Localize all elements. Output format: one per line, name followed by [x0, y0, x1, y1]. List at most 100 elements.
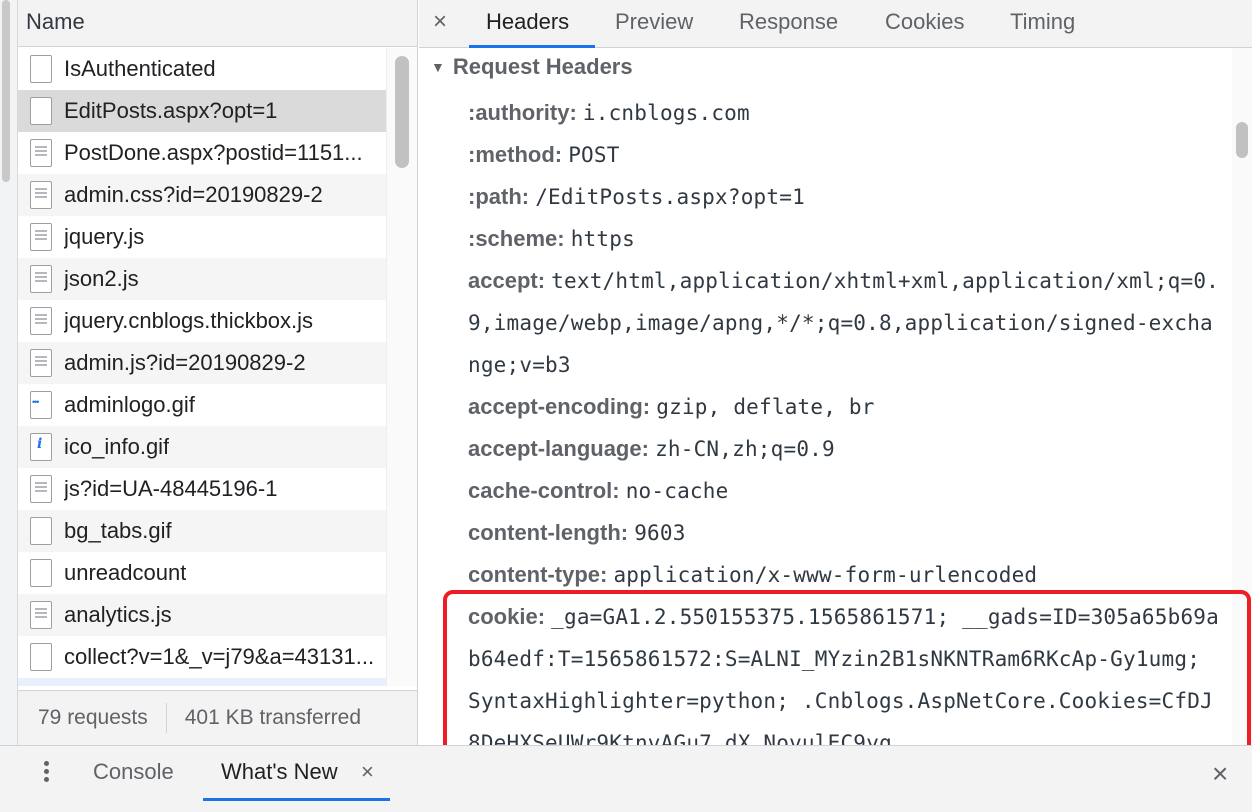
- header-value: text/html,application/xhtml+xml,applicat…: [468, 269, 1220, 377]
- request-headers-title: Request Headers: [452, 54, 633, 79]
- header-row: accept-language: zh-CN,zh;q=0.9: [468, 428, 1223, 470]
- header-value: zh-CN,zh;q=0.9: [655, 437, 835, 461]
- request-row[interactable]: unreadcount: [18, 552, 386, 594]
- header-row-cookie: cookie: _ga=GA1.2.550155375.1565861571; …: [468, 596, 1223, 745]
- network-status-bar: 79 requests 401 KB transferred: [18, 690, 417, 745]
- header-value: /EditPosts.aspx?opt=1: [535, 185, 805, 209]
- request-row-selected[interactable]: EditPosts.aspx?opt=1: [18, 90, 386, 132]
- request-name: json2.js: [64, 266, 139, 291]
- tab-console[interactable]: Console: [93, 759, 174, 785]
- request-row[interactable]: bg_tabs.gif: [18, 510, 386, 552]
- document-icon: [30, 55, 52, 83]
- headers-scrollbar[interactable]: [1232, 48, 1252, 745]
- request-name: IsAuthenticated: [64, 56, 216, 81]
- header-row: :authority: i.cnblogs.com: [468, 92, 1223, 134]
- transferred-size: 401 KB transferred: [184, 706, 362, 729]
- header-key: :path:: [468, 184, 530, 209]
- request-name: admin.css?id=20190829-2: [64, 182, 323, 207]
- request-row[interactable]: ico_info.gif: [18, 426, 386, 468]
- header-key: content-type:: [468, 562, 608, 587]
- image-file-icon: [30, 391, 52, 419]
- tab-response[interactable]: Response: [739, 9, 838, 35]
- request-name: admin.js?id=20190829-2: [64, 350, 306, 375]
- header-row: content-type: application/x-www-form-url…: [468, 554, 1223, 596]
- document-icon: [30, 517, 52, 545]
- request-row[interactable]: PostDone.aspx?postid=1151...: [18, 132, 386, 174]
- headers-pane: ▼ Request Headers :authority: i.cnblogs.c…: [419, 48, 1232, 745]
- request-row[interactable]: admin.js?id=20190829-2: [18, 342, 386, 384]
- tab-cookies[interactable]: Cookies: [885, 9, 964, 35]
- text-document-icon: [30, 139, 52, 167]
- request-list-scrollbar[interactable]: [386, 48, 417, 686]
- request-name: jquery.js: [64, 224, 145, 249]
- menu-dot: [44, 777, 49, 782]
- request-headers-section-toggle[interactable]: ▼ Request Headers: [431, 54, 633, 80]
- request-row[interactable]: jquery.cnblogs.thickbox.js: [18, 300, 386, 342]
- request-name: unreadcount: [64, 560, 187, 585]
- tab-headers[interactable]: Headers: [486, 9, 569, 35]
- request-name: ico_info.gif: [64, 434, 170, 459]
- request-list: IsAuthenticated EditPosts.aspx?opt=1 Pos…: [18, 48, 386, 686]
- close-whats-new-icon[interactable]: ×: [361, 759, 374, 785]
- request-list-scrollbar-thumb[interactable]: [395, 56, 409, 168]
- header-row: accept-encoding: gzip, deflate, br: [468, 386, 1223, 428]
- request-name: adminlogo.gif: [64, 392, 195, 417]
- request-row[interactable]: jquery.js: [18, 216, 386, 258]
- header-key: accept-language:: [468, 436, 649, 461]
- tab-timing[interactable]: Timing: [1010, 9, 1075, 35]
- request-name: collect?v=1&_v=j79&a=43131...: [64, 644, 375, 669]
- document-icon: [30, 643, 52, 671]
- tab-preview[interactable]: Preview: [615, 9, 693, 35]
- drawer-menu-icon[interactable]: [44, 758, 54, 785]
- request-row[interactable]: collect?v=1&_v=j79&a=43131...: [18, 636, 386, 678]
- header-key: accept-encoding:: [468, 394, 651, 419]
- request-row[interactable]: adminlogo.gif: [18, 384, 386, 426]
- header-row: content-length: 9603: [468, 512, 1223, 554]
- text-document-icon: [30, 223, 52, 251]
- request-count: 79 requests: [38, 706, 148, 729]
- header-row: accept: text/html,application/xhtml+xml,…: [468, 260, 1223, 386]
- request-row[interactable]: json2.js: [18, 258, 386, 300]
- header-row: :scheme: https: [468, 218, 1223, 260]
- tab-whats-new[interactable]: What's New: [221, 759, 338, 785]
- header-key: cache-control:: [468, 478, 620, 503]
- text-document-icon: [30, 601, 52, 629]
- name-column-header[interactable]: Name: [18, 0, 417, 47]
- request-name: js?id=UA-48445196-1: [64, 476, 278, 501]
- request-name: EditPosts.aspx?opt=1: [64, 98, 278, 123]
- header-value: 9603: [634, 521, 686, 545]
- header-key: :method:: [468, 142, 563, 167]
- request-row[interactable]: IsAuthenticated: [18, 48, 386, 90]
- request-row[interactable]: analytics.js: [18, 594, 386, 636]
- request-name: bg_tabs.gif: [64, 518, 172, 543]
- header-value: _ga=GA1.2.550155375.1565861571; __gads=I…: [468, 605, 1219, 745]
- text-document-icon: [30, 349, 52, 377]
- detail-tab-bar: × Headers Preview Response Cookies Timin…: [419, 0, 1252, 48]
- header-key: content-length:: [468, 520, 629, 545]
- header-value: i.cnblogs.com: [582, 101, 750, 125]
- left-edge-scrollbar[interactable]: [0, 0, 18, 745]
- text-document-icon: [30, 181, 52, 209]
- text-document-icon: [30, 265, 52, 293]
- name-column-label: Name: [26, 9, 85, 34]
- menu-dot: [44, 769, 49, 774]
- close-drawer-icon[interactable]: ×: [1212, 758, 1228, 790]
- text-document-icon: [30, 307, 52, 335]
- header-row: cache-control: no-cache: [468, 470, 1223, 512]
- header-value: POST: [568, 143, 620, 167]
- request-row[interactable]: admin.css?id=20190829-2: [18, 174, 386, 216]
- header-value: no-cache: [625, 479, 729, 503]
- request-row-partial[interactable]: [18, 678, 386, 686]
- disclosure-triangle-icon: ▼: [431, 59, 445, 75]
- left-edge-scrollbar-thumb[interactable]: [2, 0, 10, 182]
- headers-scrollbar-thumb[interactable]: [1236, 122, 1248, 158]
- request-list-panel: Name IsAuthenticated EditPosts.aspx?opt=…: [0, 0, 418, 745]
- header-value: gzip, deflate, br: [656, 395, 875, 419]
- request-row[interactable]: js?id=UA-48445196-1: [18, 468, 386, 510]
- request-name: PostDone.aspx?postid=1151...: [64, 140, 363, 165]
- close-details-icon[interactable]: ×: [433, 8, 447, 36]
- menu-dot: [44, 761, 49, 766]
- header-row: :path: /EditPosts.aspx?opt=1: [468, 176, 1223, 218]
- document-icon: [30, 559, 52, 587]
- bottom-drawer: Console What's New × ×: [0, 745, 1252, 812]
